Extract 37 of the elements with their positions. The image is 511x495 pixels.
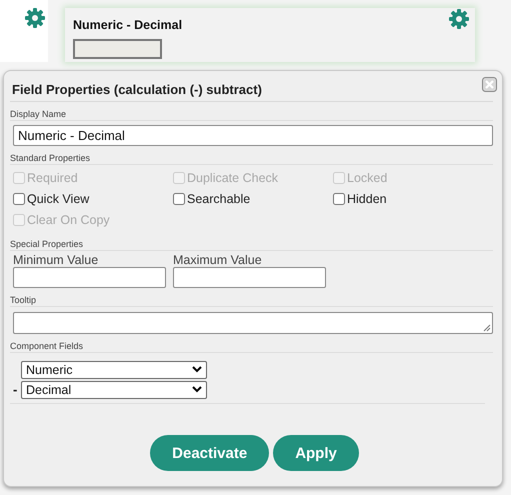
checkbox-label: Hidden <box>347 192 387 206</box>
gear-icon[interactable] <box>25 8 45 28</box>
checkbox-label: Locked <box>347 170 388 184</box>
minus-operator: - <box>13 382 18 397</box>
input-field[interactable] <box>13 267 166 288</box>
card-title: Numeric - Decimal <box>73 18 182 32</box>
checkbox[interactable] <box>173 192 185 204</box>
close-icon[interactable] <box>482 77 497 92</box>
input-field[interactable] <box>73 39 162 59</box>
checkbox-label: Searchable <box>187 192 250 206</box>
checkbox-label: Required <box>27 170 78 184</box>
section-label: Component Fields <box>10 334 493 353</box>
checkbox[interactable] <box>333 192 345 204</box>
input-field[interactable] <box>173 267 326 288</box>
chevron-down-icon <box>192 366 202 373</box>
dropdown[interactable]: Numeric <box>21 360 207 378</box>
apply-button[interactable]: Apply <box>273 435 359 471</box>
field-card[interactable]: Numeric - Decimal <box>65 8 475 62</box>
checkbox-label: Clear On Copy <box>27 212 110 226</box>
section-label: Display Name <box>10 102 493 121</box>
field-label: Maximum Value <box>173 253 263 267</box>
display-name-field[interactable]: Numeric - Decimal <box>13 125 493 146</box>
checkbox[interactable] <box>13 192 25 204</box>
section-label: Standard Properties <box>10 146 493 165</box>
chevron-down-icon <box>192 386 202 393</box>
section-label: Special Properties <box>10 232 493 251</box>
deactivate-button[interactable]: Deactivate <box>150 435 270 471</box>
field-label: Minimum Value <box>13 253 100 267</box>
checkbox-label: Duplicate Check <box>187 170 278 184</box>
dropdown-value: Numeric <box>26 362 73 376</box>
dropdown-value: Decimal <box>26 382 72 396</box>
dropdown[interactable]: Decimal <box>21 380 207 398</box>
resize-handle-icon[interactable] <box>483 324 491 332</box>
checkbox-label: Quick View <box>27 192 90 206</box>
gear-icon[interactable] <box>449 9 469 29</box>
tooltip-field[interactable] <box>13 312 493 334</box>
section-label: Tooltip <box>10 288 493 307</box>
